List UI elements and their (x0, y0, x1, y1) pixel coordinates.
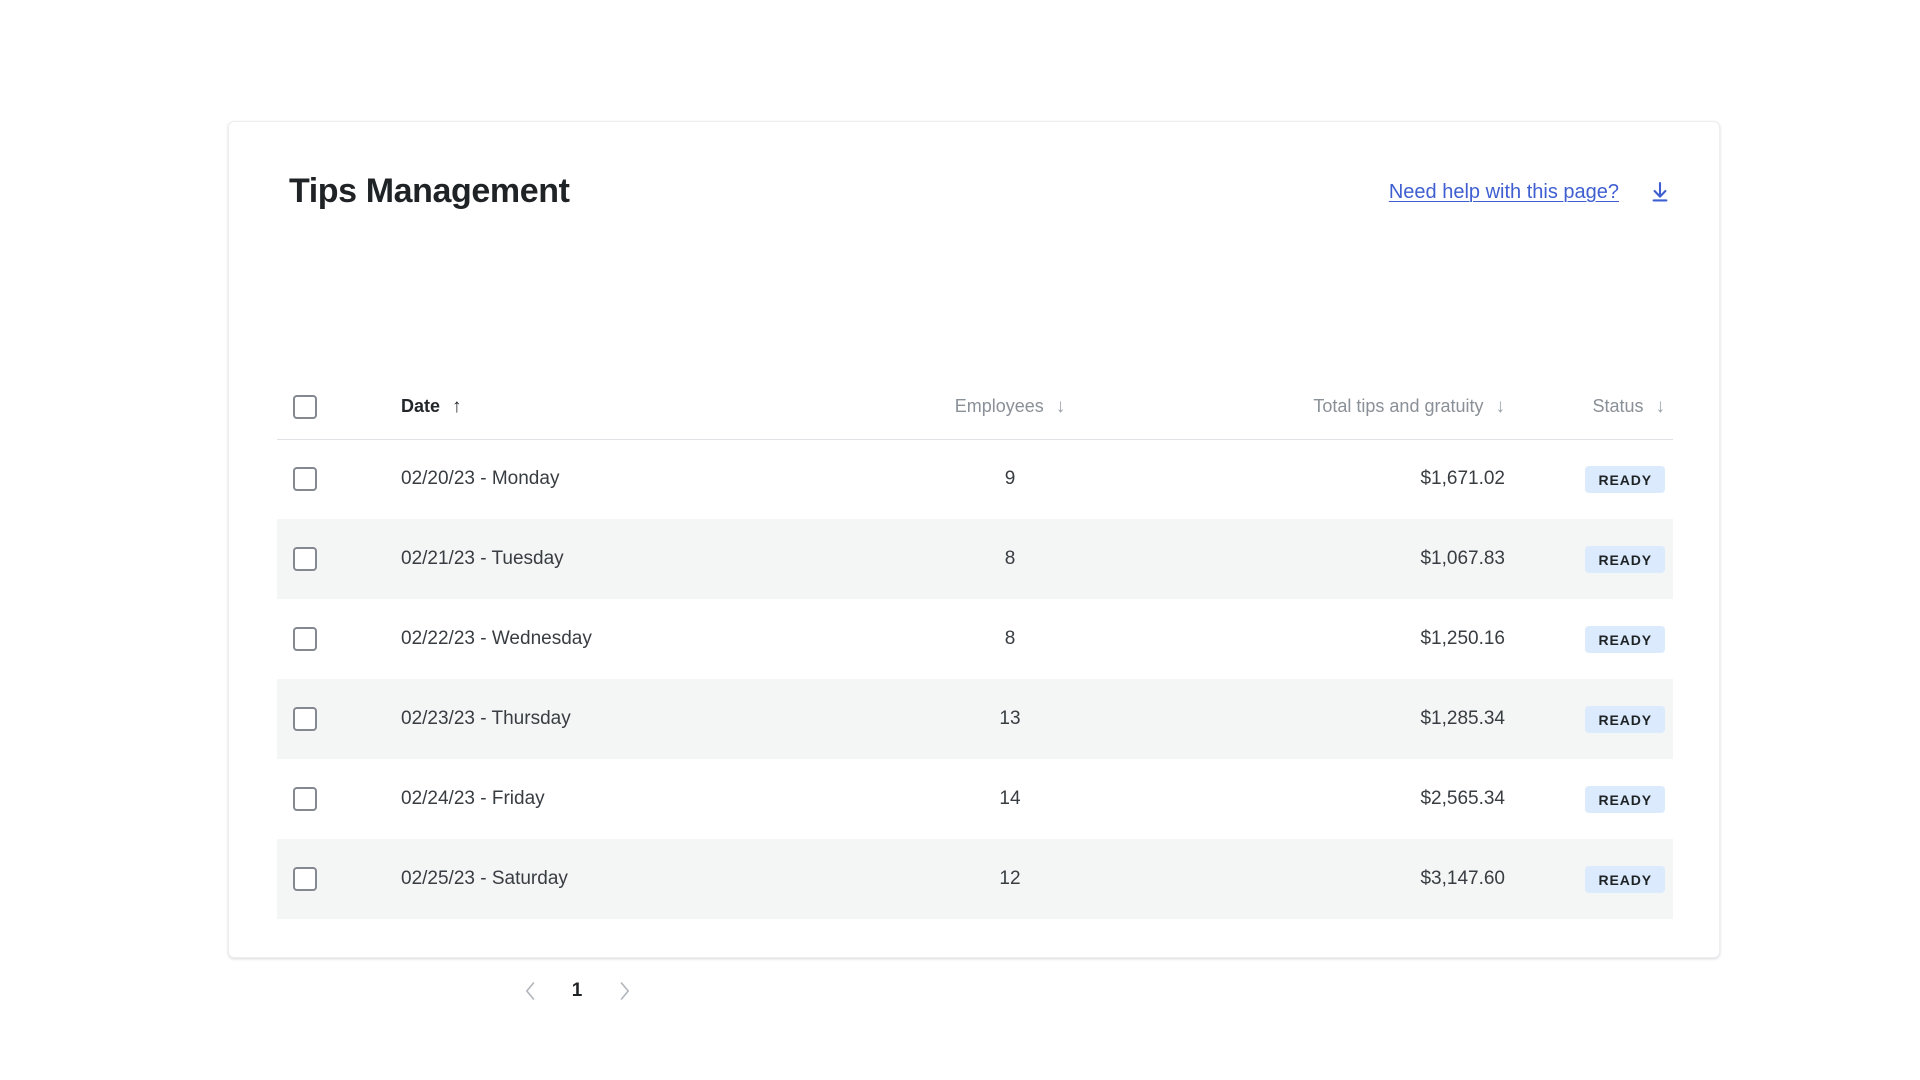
col-header-total-label: Total tips and gratuity (1313, 396, 1484, 417)
table-row[interactable]: 02/20/23 - Monday 9 $1,671.02 READY (277, 439, 1673, 519)
row-employees: 12 (999, 868, 1021, 889)
table-row[interactable]: 02/23/23 - Thursday 13 $1,285.34 READY (277, 679, 1673, 759)
status-badge: READY (1585, 625, 1665, 653)
row-date: 02/24/23 - Friday (401, 788, 545, 809)
row-employees: 13 (999, 708, 1021, 729)
row-status-cell: READY (1513, 679, 1673, 759)
table-header-row: Date ↑ Employees ↓ Total tips and gratui… (277, 375, 1673, 440)
table-row[interactable]: 02/22/23 - Wednesday 8 $1,250.16 READY (277, 599, 1673, 679)
row-checkbox[interactable] (293, 787, 317, 811)
pagination-next-button[interactable] (613, 978, 635, 1004)
table-row[interactable]: 02/24/23 - Friday 14 $2,565.34 READY (277, 759, 1673, 839)
row-select-cell (277, 519, 385, 599)
status-badge: READY (1585, 865, 1665, 893)
tips-table: Date ↑ Employees ↓ Total tips and gratui… (277, 375, 1673, 919)
page-root: Tips Management Need help with this page… (0, 0, 1920, 1080)
row-status-cell: READY (1513, 439, 1673, 519)
row-select-cell (277, 439, 385, 519)
row-total: $1,671.02 (1420, 468, 1505, 490)
download-icon (1652, 181, 1668, 202)
col-header-total[interactable]: Total tips and gratuity ↓ (1165, 375, 1513, 440)
table-row[interactable]: 02/25/23 - Saturday 12 $3,147.60 READY (277, 839, 1673, 919)
help-link[interactable]: Need help with this page? (1389, 181, 1619, 204)
status-badge: READY (1585, 465, 1665, 493)
row-employees: 8 (1004, 628, 1016, 649)
sort-descending-icon: ↓ (1055, 396, 1066, 418)
row-date: 02/21/23 - Tuesday (401, 548, 564, 569)
sort-descending-icon: ↓ (1495, 396, 1506, 418)
row-checkbox[interactable] (293, 867, 317, 891)
row-employees: 9 (1004, 468, 1016, 490)
row-checkbox[interactable] (293, 547, 317, 571)
col-header-status[interactable]: Status ↓ (1513, 375, 1673, 440)
row-employees: 8 (1004, 548, 1016, 569)
chevron-right-icon (620, 982, 629, 1000)
col-header-date[interactable]: Date ↑ (385, 375, 855, 440)
pagination-page-1[interactable]: 1 (571, 980, 583, 1002)
chevron-left-icon (525, 982, 534, 1000)
sort-descending-icon: ↓ (1655, 396, 1666, 418)
sort-ascending-icon: ↑ (452, 396, 462, 418)
table-header: Date ↑ Employees ↓ Total tips and gratui… (277, 375, 1673, 440)
row-status-cell: READY (1513, 599, 1673, 679)
status-badge: READY (1585, 785, 1665, 813)
card-header: Tips Management Need help with this page… (229, 122, 1719, 234)
row-total: $3,147.60 (1420, 868, 1505, 889)
row-total: $1,067.83 (1420, 548, 1505, 569)
col-header-select (277, 375, 385, 440)
row-employees: 14 (999, 788, 1021, 809)
table-row[interactable]: 02/21/23 - Tuesday 8 $1,067.83 READY (277, 519, 1673, 599)
tips-management-card: Tips Management Need help with this page… (228, 121, 1720, 1001)
select-all-checkbox[interactable] (293, 394, 317, 419)
row-total: $1,285.34 (1420, 708, 1505, 729)
row-date: 02/25/23 - Saturday (401, 868, 568, 889)
pagination-prev-button[interactable] (519, 978, 541, 1004)
row-status-cell: READY (1513, 519, 1673, 599)
page-title: Tips Management (289, 172, 570, 210)
row-status-cell: READY (1513, 839, 1673, 919)
row-status-cell: READY (1513, 759, 1673, 839)
col-header-date-label: Date (401, 396, 441, 417)
row-select-cell (277, 839, 385, 919)
table-body: 02/20/23 - Monday 9 $1,671.02 READY 02/2… (277, 439, 1673, 919)
tips-table-container: Date ↑ Employees ↓ Total tips and gratui… (277, 375, 1673, 919)
row-date: 02/22/23 - Wednesday (401, 628, 592, 649)
download-button[interactable] (1645, 177, 1675, 207)
status-badge: READY (1585, 705, 1665, 733)
row-date: 02/23/23 - Thursday (401, 708, 571, 729)
row-select-cell (277, 599, 385, 679)
row-checkbox[interactable] (293, 627, 317, 651)
row-date: 02/20/23 - Monday (401, 468, 560, 490)
pagination: 1 (519, 978, 635, 1004)
row-checkbox[interactable] (293, 707, 317, 731)
row-select-cell (277, 679, 385, 759)
status-badge: READY (1585, 545, 1665, 573)
col-header-employees-label: Employees (954, 396, 1044, 417)
col-header-status-label: Status (1592, 396, 1644, 417)
col-header-employees[interactable]: Employees ↓ (855, 375, 1165, 440)
row-total: $1,250.16 (1420, 628, 1505, 649)
row-total: $2,565.34 (1420, 788, 1505, 809)
row-select-cell (277, 759, 385, 839)
row-checkbox[interactable] (293, 467, 317, 492)
header-actions: Need help with this page? (1389, 177, 1675, 207)
